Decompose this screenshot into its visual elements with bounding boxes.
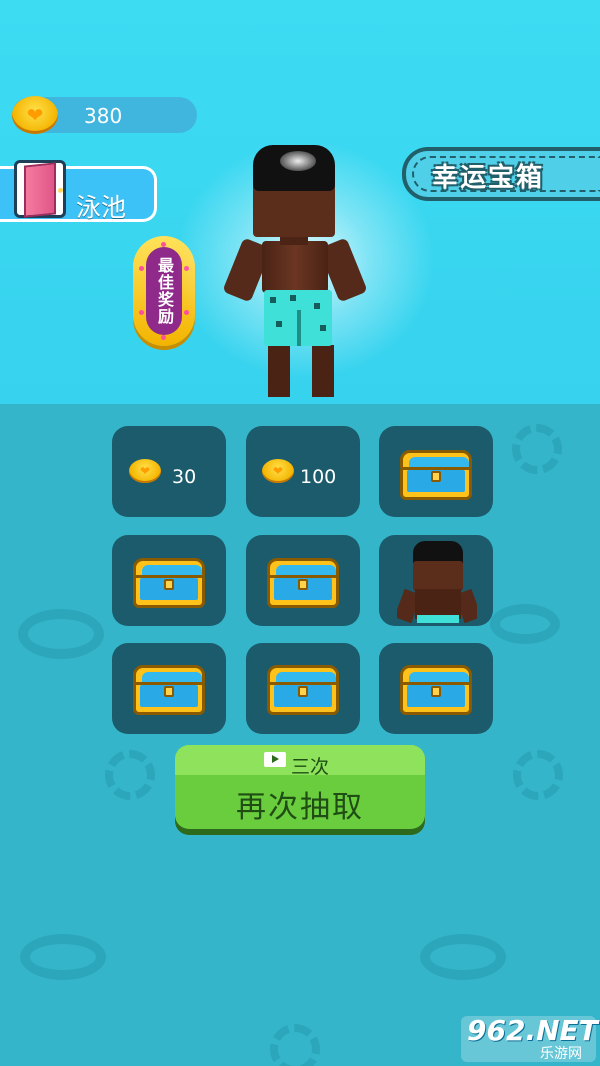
float-ring-decoration bbox=[513, 750, 563, 800]
reward-cell-chest[interactable] bbox=[246, 643, 360, 734]
reward-cell-coins-100[interactable]: ❤ 100 bbox=[246, 426, 360, 517]
treasure-chest-icon bbox=[400, 665, 472, 715]
door-icon bbox=[14, 160, 66, 218]
pool-button-label: 泳池 bbox=[76, 193, 127, 222]
float-decoration bbox=[18, 609, 104, 659]
coin-icon: ❤ bbox=[262, 459, 294, 483]
reward-cell-chest[interactable] bbox=[112, 643, 226, 734]
coin-icon: ❤ bbox=[129, 459, 161, 483]
coin-count: 380 bbox=[84, 104, 123, 128]
float-ring-decoration bbox=[105, 750, 155, 800]
treasure-chest-icon bbox=[267, 558, 339, 608]
treasure-chest-icon bbox=[400, 450, 472, 500]
reward-cell-chest[interactable] bbox=[379, 643, 493, 734]
reward-cell-chest[interactable] bbox=[379, 426, 493, 517]
float-ring-decoration bbox=[270, 1024, 320, 1066]
character-skin-icon bbox=[397, 541, 477, 623]
reward-cell-character[interactable] bbox=[379, 535, 493, 626]
treasure-chest-icon bbox=[133, 558, 205, 608]
video-ad-icon bbox=[264, 752, 286, 767]
character-model bbox=[222, 145, 370, 401]
float-ring-decoration bbox=[512, 424, 562, 474]
float-decoration bbox=[490, 604, 560, 644]
float-decoration bbox=[20, 934, 106, 980]
reward-amount: 30 bbox=[172, 466, 197, 488]
lucky-chest-title: 幸运宝箱 bbox=[432, 163, 545, 193]
reward-cell-chest[interactable] bbox=[246, 535, 360, 626]
reward-cell-coins-30[interactable]: ❤ 30 bbox=[112, 426, 226, 517]
draw-again-label: 再次抽取 bbox=[236, 790, 364, 825]
treasure-chest-icon bbox=[267, 665, 339, 715]
reward-amount: 100 bbox=[300, 466, 337, 488]
float-decoration bbox=[420, 934, 506, 980]
coin-icon: ❤ bbox=[12, 96, 58, 134]
reward-cell-chest[interactable] bbox=[112, 535, 226, 626]
watermark-subtitle: 乐游网 bbox=[540, 1046, 582, 1062]
treasure-chest-icon bbox=[133, 665, 205, 715]
draw-times-label: 三次 bbox=[291, 756, 330, 778]
